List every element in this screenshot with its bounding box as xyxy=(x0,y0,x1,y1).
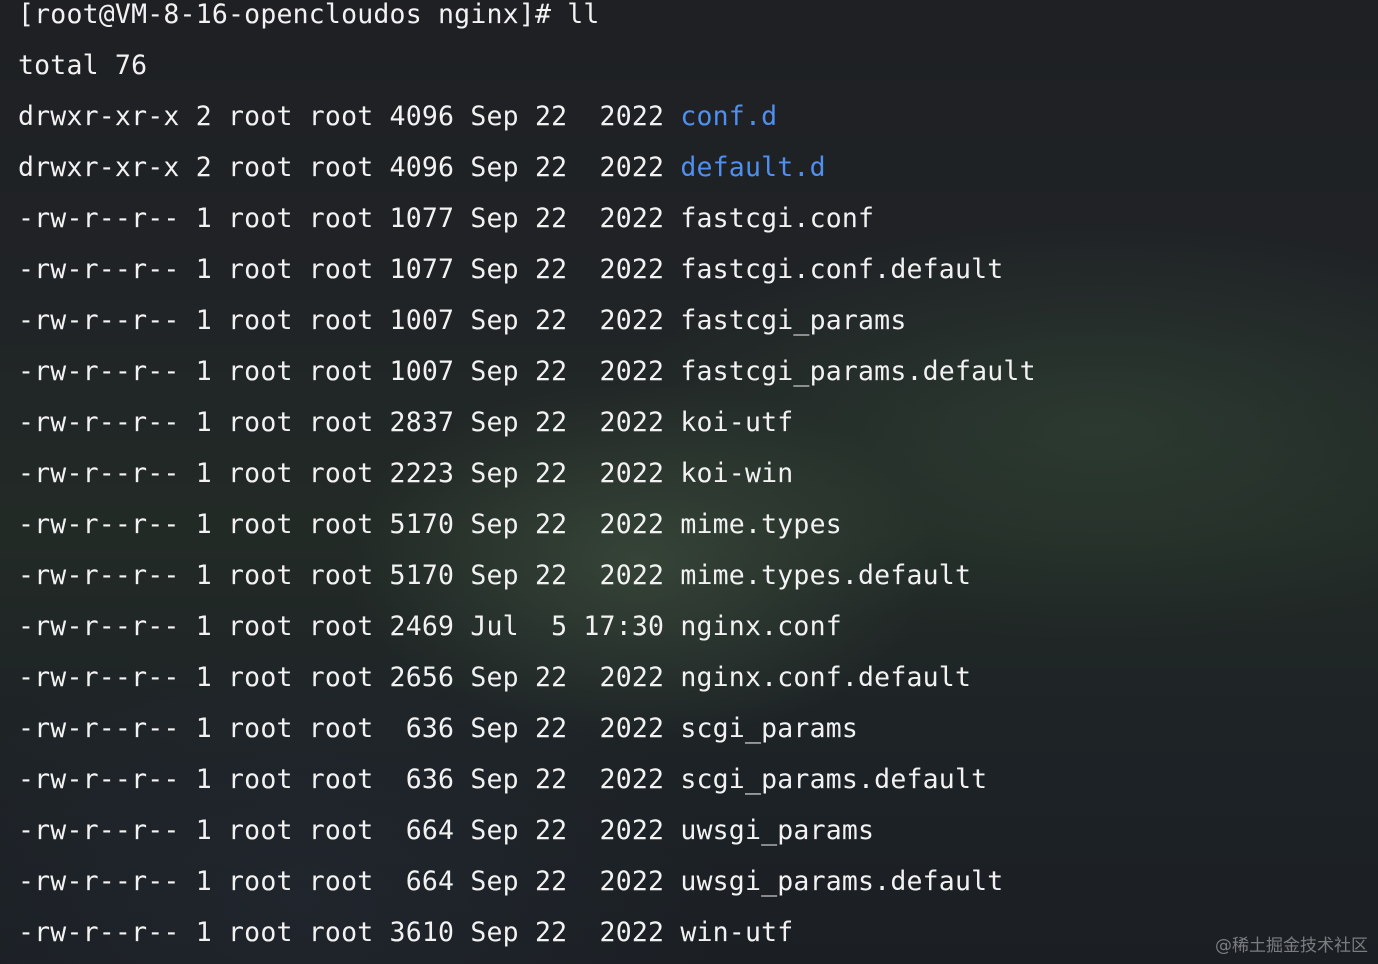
entry-meta: -rw-r--r-- 1 root root 636 Sep 22 2022 xyxy=(18,713,681,744)
entry-meta: -rw-r--r-- 1 root root 2656 Sep 22 2022 xyxy=(18,662,681,693)
entry-meta: -rw-r--r-- 1 root root 636 Sep 22 2022 xyxy=(18,764,681,795)
entry-name: win-utf xyxy=(680,917,794,948)
entry-name: mime.types xyxy=(680,509,842,540)
listing-row: -rw-r--r-- 1 root root 636 Sep 22 2022 s… xyxy=(18,754,987,805)
listing-row: -rw-r--r-- 1 root root 636 Sep 22 2022 s… xyxy=(18,703,858,754)
terminal-output: [root@VM-8-16-opencloudos nginx]# ll tot… xyxy=(18,0,1358,964)
listing-row: -rw-r--r-- 1 root root 2469 Jul 5 17:30 … xyxy=(18,601,842,652)
entry-name: koi-utf xyxy=(680,407,794,438)
listing-row: -rw-r--r-- 1 root root 664 Sep 22 2022 u… xyxy=(18,856,1003,907)
entry-name: fastcgi.conf xyxy=(680,203,875,234)
entry-meta: -rw-r--r-- 1 root root 2223 Sep 22 2022 xyxy=(18,458,681,489)
entry-meta: drwxr-xr-x 2 root root 4096 Sep 22 2022 xyxy=(18,101,681,132)
command-prompt-line: [root@VM-8-16-opencloudos nginx]# ll xyxy=(18,0,600,30)
entry-name: fastcgi_params xyxy=(680,305,907,336)
listing-row: -rw-r--r-- 1 root root 2837 Sep 22 2022 … xyxy=(18,397,793,448)
entry-name: koi-win xyxy=(680,458,794,489)
listing-row: -rw-r--r-- 1 root root 1007 Sep 22 2022 … xyxy=(18,295,907,346)
entry-meta: -rw-r--r-- 1 root root 5170 Sep 22 2022 xyxy=(18,560,681,591)
entry-meta: -rw-r--r-- 1 root root 2837 Sep 22 2022 xyxy=(18,407,681,438)
entry-name: scgi_params.default xyxy=(680,764,988,795)
listing-row: -rw-r--r-- 1 root root 2223 Sep 22 2022 … xyxy=(18,448,793,499)
entry-name: fastcgi.conf.default xyxy=(680,254,1004,285)
listing-row: drwxr-xr-x 2 root root 4096 Sep 22 2022 … xyxy=(18,91,777,142)
entry-meta: -rw-r--r-- 1 root root 1077 Sep 22 2022 xyxy=(18,203,681,234)
entry-name: uwsgi_params.default xyxy=(680,866,1004,897)
entry-meta: -rw-r--r-- 1 root root 1007 Sep 22 2022 xyxy=(18,305,681,336)
entry-name: scgi_params xyxy=(680,713,859,744)
entry-name: mime.types.default xyxy=(680,560,972,591)
listing-row: -rw-r--r-- 1 root root 1077 Sep 22 2022 … xyxy=(18,244,1003,295)
listing-row: -rw-r--r-- 1 root root 5170 Sep 22 2022 … xyxy=(18,499,842,550)
entry-name: nginx.conf xyxy=(680,611,842,642)
listing-row: -rw-r--r-- 1 root root 1077 Sep 22 2022 … xyxy=(18,193,874,244)
entry-meta: -rw-r--r-- 1 root root 1007 Sep 22 2022 xyxy=(18,356,681,387)
listing-row: -rw-r--r-- 1 root root 1007 Sep 22 2022 … xyxy=(18,346,1036,397)
entry-meta: -rw-r--r-- 1 root root 664 Sep 22 2022 xyxy=(18,866,681,897)
entry-meta: -rw-r--r-- 1 root root 3610 Sep 22 2022 xyxy=(18,917,681,948)
watermark: @稀土掘金技术社区 xyxy=(1215,936,1368,956)
listing-row: drwxr-xr-x 2 root root 4096 Sep 22 2022 … xyxy=(18,142,826,193)
entry-name-directory: conf.d xyxy=(680,101,778,132)
total-line: total 76 xyxy=(18,50,148,81)
entry-meta: -rw-r--r-- 1 root root 664 Sep 22 2022 xyxy=(18,815,681,846)
listing-row: -rw-r--r-- 1 root root 664 Sep 22 2022 u… xyxy=(18,805,874,856)
entry-meta: -rw-r--r-- 1 root root 2469 Jul 5 17:30 xyxy=(18,611,681,642)
entry-name: uwsgi_params xyxy=(680,815,875,846)
entry-name: fastcgi_params.default xyxy=(680,356,1036,387)
entry-meta: -rw-r--r-- 1 root root 1077 Sep 22 2022 xyxy=(18,254,681,285)
entry-name: nginx.conf.default xyxy=(680,662,972,693)
listing-row: -rw-r--r-- 1 root root 3610 Sep 22 2022 … xyxy=(18,907,793,958)
entry-meta: drwxr-xr-x 2 root root 4096 Sep 22 2022 xyxy=(18,152,681,183)
entry-name-directory: default.d xyxy=(680,152,826,183)
listing-row: -rw-r--r-- 1 root root 5170 Sep 22 2022 … xyxy=(18,550,971,601)
listing-row: -rw-r--r-- 1 root root 2656 Sep 22 2022 … xyxy=(18,652,971,703)
entry-meta: -rw-r--r-- 1 root root 5170 Sep 22 2022 xyxy=(18,509,681,540)
